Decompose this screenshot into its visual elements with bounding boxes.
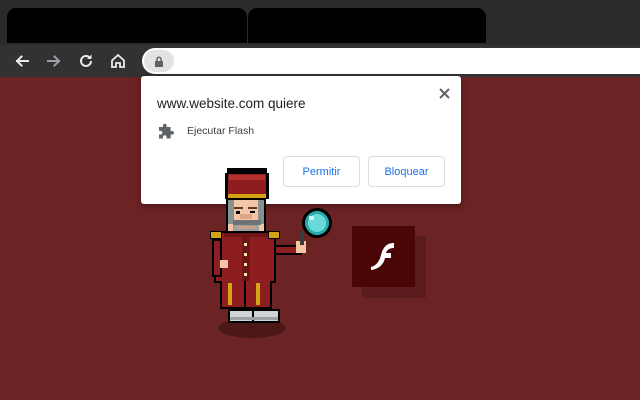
popup-title: www.website.com quiere xyxy=(157,96,306,111)
tab-strip xyxy=(0,0,640,45)
reload-button[interactable] xyxy=(74,49,98,73)
permission-label: Ejecutar Flash xyxy=(187,125,255,137)
browser-tab-2[interactable] xyxy=(248,8,486,43)
home-button[interactable] xyxy=(106,49,130,73)
browser-tab-1[interactable] xyxy=(7,8,247,43)
home-icon xyxy=(111,53,125,68)
arrow-right-icon xyxy=(47,55,61,67)
flash-logo-icon[interactable] xyxy=(352,226,415,287)
browser-toolbar xyxy=(0,45,640,77)
close-button[interactable] xyxy=(435,84,453,102)
pixel-detective-character xyxy=(210,168,332,338)
address-bar[interactable] xyxy=(142,48,640,74)
arrow-left-icon xyxy=(15,55,29,67)
close-icon xyxy=(438,87,450,99)
back-button[interactable] xyxy=(10,49,34,73)
block-button[interactable]: Bloquear xyxy=(368,156,445,187)
site-info-button[interactable] xyxy=(144,50,174,72)
flash-f-glyph xyxy=(370,242,394,270)
puzzle-piece-icon xyxy=(159,123,174,139)
lock-icon xyxy=(155,55,163,67)
reload-icon xyxy=(80,54,92,67)
permission-row: Ejecutar Flash xyxy=(157,122,254,140)
forward-button[interactable] xyxy=(42,49,66,73)
